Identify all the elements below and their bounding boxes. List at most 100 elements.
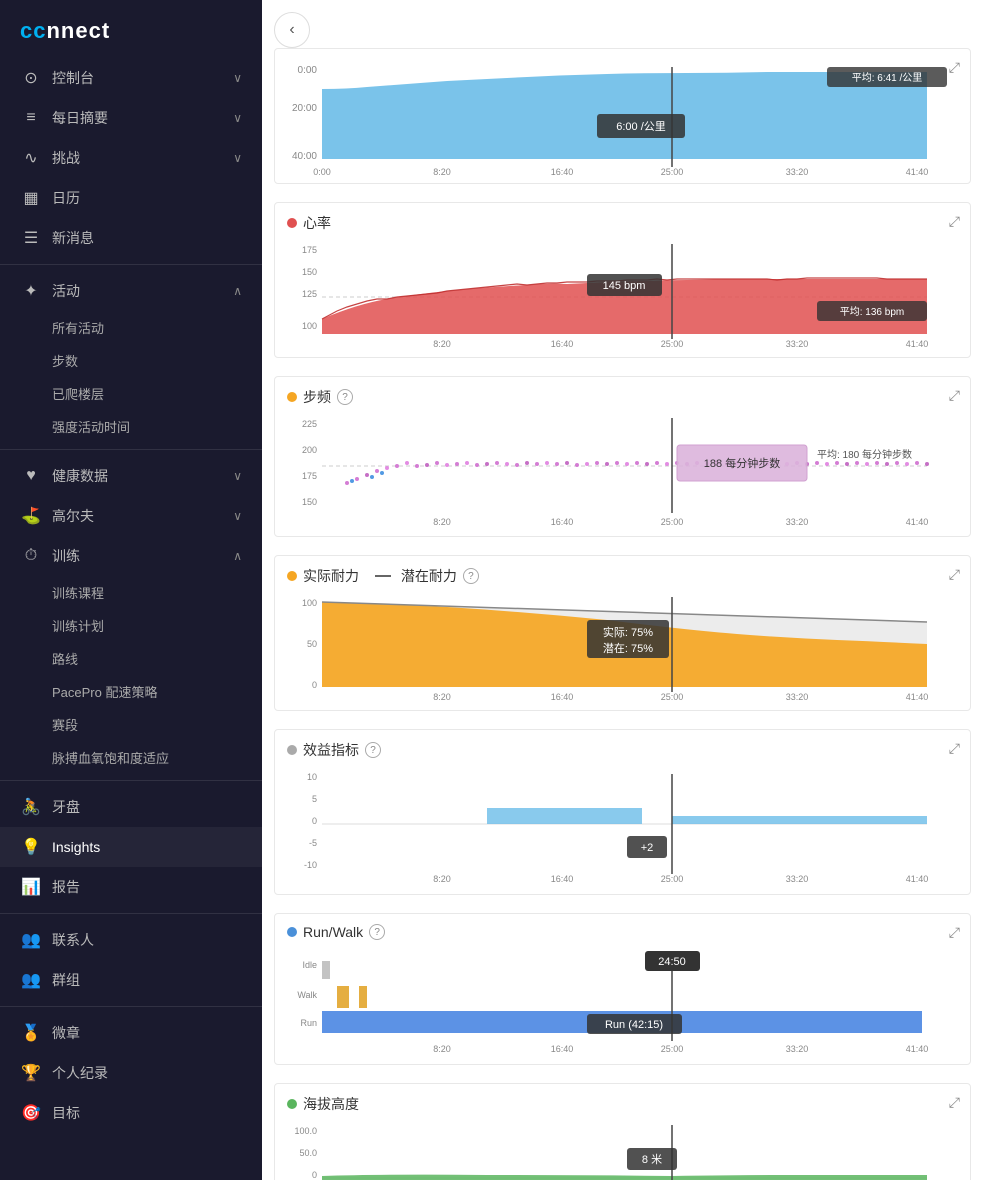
sidebar-item-label: 群组 [52, 970, 242, 990]
svg-text:33:20: 33:20 [786, 874, 809, 884]
chevron-down-icon: ∨ [233, 111, 242, 125]
sidebar-item-goals[interactable]: 🎯 目标 [0, 1093, 262, 1133]
sidebar-sub-training-courses[interactable]: 训练课程 [0, 576, 262, 609]
sidebar-item-contacts[interactable]: 👥 联系人 [0, 920, 262, 960]
sidebar-sub-all-activities[interactable]: 所有活动 [0, 311, 262, 344]
insights-icon: 💡 [20, 837, 42, 857]
sidebar-item-training[interactable]: ⏱ 训练 ∧ [0, 536, 262, 576]
expand-pace-icon[interactable]: ⤢ [949, 59, 960, 76]
stamina-info-icon[interactable]: ? [463, 568, 479, 584]
runwalk-chart: Run/Walk ? ⤢ Idle Walk Run 24:50 [274, 913, 971, 1065]
elevation-header: 海拔高度 [287, 1094, 958, 1114]
sidebar-sub-training-plan[interactable]: 训练计划 [0, 609, 262, 642]
svg-text:16:40: 16:40 [551, 874, 574, 884]
sidebar-item-groups[interactable]: 👥 群组 [0, 960, 262, 1000]
sidebar-item-label: 挑战 [52, 148, 233, 168]
svg-text:33:20: 33:20 [786, 339, 809, 349]
heartrate-title: 心率 [303, 213, 331, 233]
sidebar-item-messages[interactable]: ☰ 新消息 [0, 218, 262, 258]
cadence-info-icon[interactable]: ? [337, 389, 353, 405]
svg-text:10: 10 [307, 772, 317, 782]
svg-text:8:20: 8:20 [433, 517, 451, 527]
svg-text:100.0: 100.0 [294, 1126, 317, 1136]
stamina-actual-title: 实际耐力 [303, 566, 359, 586]
sidebar-item-challenge[interactable]: ∿ 挑战 ∨ [0, 138, 262, 178]
sidebar-item-reports[interactable]: 📊 报告 [0, 867, 262, 907]
expand-cadence-icon[interactable]: ⤢ [949, 387, 960, 404]
svg-text:41:40: 41:40 [906, 339, 929, 349]
back-button[interactable]: ‹ [274, 12, 310, 48]
runwalk-header: Run/Walk ? [287, 924, 958, 940]
expand-hr-icon[interactable]: ⤢ [949, 213, 960, 230]
svg-text:0: 0 [312, 1170, 317, 1180]
svg-text:33:20: 33:20 [786, 1044, 809, 1054]
runwalk-info-icon[interactable]: ? [369, 924, 385, 940]
layers-icon: ≡ [20, 109, 42, 127]
sidebar-item-calendar[interactable]: ▦ 日历 [0, 178, 262, 218]
sidebar-sub-intensity[interactable]: 强度活动时间 [0, 410, 262, 443]
sidebar-item-label: 个人纪录 [52, 1063, 242, 1083]
chevron-down-icon: ∨ [233, 71, 242, 85]
contacts-icon: 👥 [20, 930, 42, 950]
sidebar-sub-spo2[interactable]: 脉搏血氧饱和度适应 [0, 741, 262, 774]
svg-text:+2: +2 [641, 842, 654, 854]
svg-text:175: 175 [302, 471, 317, 481]
svg-text:25:00: 25:00 [661, 517, 684, 527]
runwalk-svg: Idle Walk Run 24:50 Run (42:15) 8: [287, 946, 967, 1056]
heartrate-chart: 心率 ⤢ 175 150 125 100 145 bpm [274, 202, 971, 358]
sidebar-item-label: 牙盘 [52, 797, 242, 817]
chevron-up-icon: ∧ [233, 549, 242, 563]
svg-text:0:00: 0:00 [298, 65, 318, 76]
training-icon: ⏱ [20, 547, 42, 565]
runwalk-title: Run/Walk [303, 924, 363, 940]
sidebar-item-insights[interactable]: 💡 Insights [0, 827, 262, 867]
sidebar: ccnnect ⊙ 控制台 ∨ ≡ 每日摘要 ∨ ∿ 挑战 ∨ ▦ 日历 ☰ 新… [0, 0, 262, 1180]
expand-elevation-icon[interactable]: ⤢ [949, 1094, 960, 1111]
sidebar-item-badges[interactable]: 🏅 微章 [0, 1013, 262, 1053]
stamina-potential-title: 潜在耐力 [401, 566, 457, 586]
svg-text:41:40: 41:40 [906, 517, 929, 527]
svg-text:25:00: 25:00 [661, 692, 684, 702]
runwalk-dot [287, 927, 297, 937]
sidebar-item-label: 活动 [52, 281, 233, 301]
sidebar-sub-steps[interactable]: 步数 [0, 344, 262, 377]
sidebar-sub-floors[interactable]: 已爬楼层 [0, 377, 262, 410]
sidebar-item-health[interactable]: ♥ 健康数据 ∨ [0, 456, 262, 496]
sidebar-item-cycling[interactable]: 🚴 牙盘 [0, 787, 262, 827]
svg-text:8:20: 8:20 [433, 874, 451, 884]
sidebar-item-label: 联系人 [52, 930, 242, 950]
svg-text:41:40: 41:40 [906, 167, 929, 177]
svg-text:8:20: 8:20 [433, 339, 451, 349]
svg-text:33:20: 33:20 [786, 517, 809, 527]
sidebar-item-records[interactable]: 🏆 个人纪录 [0, 1053, 262, 1093]
svg-text:188 每分钟步数: 188 每分钟步数 [704, 456, 780, 470]
svg-text:Run: Run [300, 1018, 317, 1028]
sidebar-item-label: 日历 [52, 188, 242, 208]
svg-text:8:20: 8:20 [433, 167, 451, 177]
sidebar-item-golf[interactable]: ⛳ 高尔夫 ∨ [0, 496, 262, 536]
svg-text:25:00: 25:00 [661, 339, 684, 349]
sidebar-sub-pacepro[interactable]: PacePro 配速策略 [0, 675, 262, 708]
expand-efficiency-icon[interactable]: ⤢ [949, 740, 960, 757]
expand-stamina-icon[interactable]: ⤢ [949, 566, 960, 583]
svg-text:41:40: 41:40 [906, 1044, 929, 1054]
expand-runwalk-icon[interactable]: ⤢ [949, 924, 960, 941]
svg-text:150: 150 [302, 267, 317, 277]
svg-text:150: 150 [302, 497, 317, 507]
sidebar-item-dashboard[interactable]: ⊙ 控制台 ∨ [0, 58, 262, 98]
sidebar-sub-segments[interactable]: 赛段 [0, 708, 262, 741]
svg-text:16:40: 16:40 [551, 1044, 574, 1054]
sidebar-item-daily[interactable]: ≡ 每日摘要 ∨ [0, 98, 262, 138]
efficiency-title: 效益指标 [303, 740, 359, 760]
sidebar-item-activities[interactable]: ✦ 活动 ∧ [0, 271, 262, 311]
svg-text:0: 0 [312, 680, 317, 690]
goals-icon: 🎯 [20, 1103, 42, 1123]
svg-text:25:00: 25:00 [661, 167, 684, 177]
svg-text:8 米: 8 米 [642, 1153, 662, 1166]
svg-text:平均: 136 bpm: 平均: 136 bpm [840, 306, 904, 318]
svg-text:24:50: 24:50 [658, 956, 686, 968]
sidebar-sub-routes[interactable]: 路线 [0, 642, 262, 675]
sidebar-item-label: 报告 [52, 877, 242, 897]
app-logo: ccnnect [0, 0, 262, 58]
efficiency-info-icon[interactable]: ? [365, 742, 381, 758]
